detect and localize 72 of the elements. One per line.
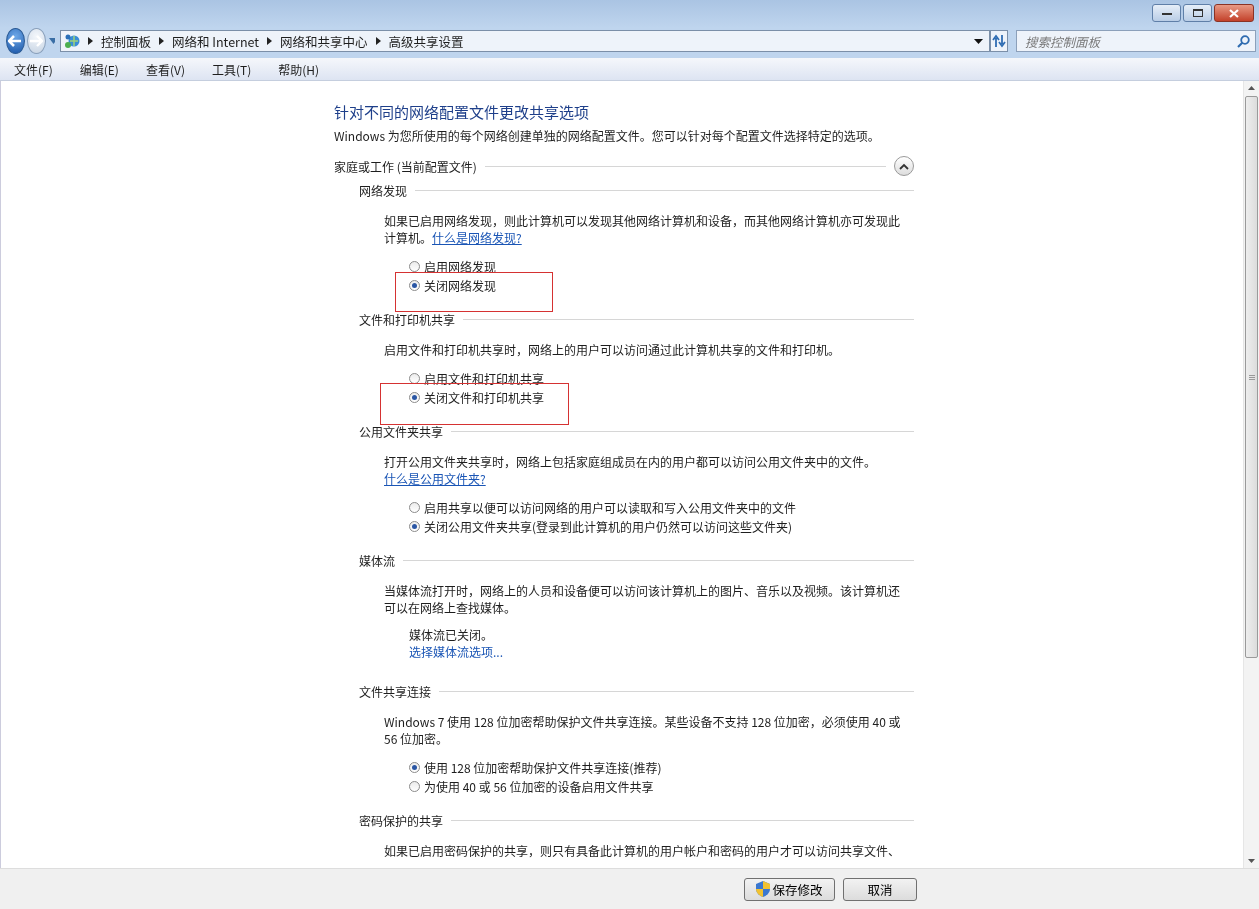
scrollbar[interactable]: [1243, 81, 1259, 868]
minimize-icon: [1161, 10, 1172, 16]
media-options-link[interactable]: 选择媒体流选项...: [409, 643, 503, 660]
breadcrumb-item[interactable]: 高级共享设置: [388, 31, 464, 51]
section-heading: 公用文件夹共享: [359, 422, 443, 440]
page-title: 针对不同的网络配置文件更改共享选项: [334, 101, 590, 123]
save-button[interactable]: 保存修改: [744, 877, 835, 901]
help-link[interactable]: 什么是网络发现?: [432, 229, 522, 246]
status-text: 媒体流已关闭。: [409, 626, 494, 643]
section-heading: 网络发现: [359, 181, 407, 199]
option-label[interactable]: 关闭公用文件夹共享(登录到此计算机的用户仍然可以访问这些文件夹): [424, 518, 793, 535]
radio-button[interactable]: [409, 502, 420, 513]
section-description: 如果已启用密码保护的共享，则只有具备此计算机的用户帐户和密码的用户才可以访问共享文件、: [384, 842, 901, 859]
scroll-up-icon[interactable]: [1248, 86, 1255, 90]
scrollbar-thumb[interactable]: [1245, 96, 1258, 658]
dropdown-caret-icon[interactable]: [974, 38, 983, 44]
search-icon: [1237, 35, 1250, 48]
breadcrumb-item[interactable]: 控制面板: [101, 31, 151, 51]
breadcrumb-item[interactable]: 网络和共享中心: [280, 31, 368, 51]
radio-button[interactable]: [409, 373, 420, 384]
radio-button[interactable]: [409, 521, 420, 532]
section-heading: 文件共享连接: [359, 682, 431, 700]
section-description: 启用文件和打印机共享时，网络上的用户可以访问通过此计算机共享的文件和打印机。: [384, 341, 841, 358]
menu-item[interactable]: 工具(T): [205, 60, 258, 78]
menu-item[interactable]: 编辑(E): [73, 60, 125, 78]
chevron-up-icon: [899, 162, 909, 170]
breadcrumb-arrow-icon: [88, 37, 93, 45]
minimize-button[interactable]: [1152, 4, 1181, 22]
breadcrumb-arrow-icon: [267, 37, 273, 45]
back-arrow-icon: [8, 35, 23, 47]
profile-heading: 家庭或工作 (当前配置文件): [334, 157, 477, 175]
cancel-button[interactable]: 取消: [843, 877, 917, 901]
option-label[interactable]: 使用 128 位加密帮助保护文件共享连接(推荐): [424, 759, 662, 776]
refresh-button[interactable]: [990, 30, 1008, 52]
breadcrumb-item[interactable]: 网络和 Internet: [172, 31, 260, 51]
close-button[interactable]: [1214, 4, 1254, 22]
shield-icon: [756, 881, 771, 897]
menu-item[interactable]: 文件(F): [8, 60, 59, 78]
breadcrumb-arrow-icon: [375, 37, 381, 45]
intro-text: Windows 为您所使用的每个网络创建单独的网络配置文件。您可以针对每个配置文件选择特定的选项。: [334, 127, 881, 144]
help-link[interactable]: 什么是公用文件夹?: [384, 470, 486, 487]
radio-button[interactable]: [409, 781, 420, 792]
search-field[interactable]: 搜索控制面板: [1016, 30, 1256, 52]
breadcrumb-arrow-icon: [159, 37, 164, 45]
menu-item[interactable]: 查看(V): [139, 60, 191, 78]
maximize-icon: [1192, 9, 1203, 17]
collapse-button[interactable]: [894, 156, 914, 176]
section-heading: 媒体流: [359, 551, 395, 569]
history-caret-icon[interactable]: [48, 38, 55, 44]
scroll-down-icon[interactable]: [1248, 859, 1255, 863]
option-label[interactable]: 为使用 40 或 56 位加密的设备启用文件共享: [424, 778, 654, 795]
menu-item[interactable]: 帮助(H): [272, 60, 326, 78]
section-description: 如果已启用网络发现，则此计算机可以发现其他网络计算机和设备，而其他网络计算机亦可发现此计算机。什么是网络发现?: [384, 212, 901, 246]
radio-button[interactable]: [409, 392, 420, 403]
radio-button[interactable]: [409, 261, 420, 272]
refresh-icon: [991, 34, 1007, 48]
section-description: 打开公用文件夹共享时，网络上包括家庭组成员在内的用户都可以访问公用文件夹中的文件。 什么是公用文件夹?: [384, 453, 877, 487]
section-heading: 文件和打印机共享: [359, 310, 455, 328]
section-description: Windows 7 使用 128 位加密帮助保护文件共享连接。某些设备不支持 128 位加密，必须使用 40 或 56 位加密。: [384, 713, 902, 747]
option-label[interactable]: 关闭网络发现: [424, 277, 496, 294]
address-field[interactable]: 控制面板 网络和 Internet 网络和共享中心 高级共享设置: [60, 30, 990, 52]
network-globe-icon: [64, 33, 80, 49]
radio-button[interactable]: [409, 762, 420, 773]
option-label[interactable]: 启用共享以便可以访问网络的用户可以读取和写入公用文件夹中的文件: [424, 499, 796, 516]
forward-arrow-icon: [29, 35, 44, 47]
close-icon: [1229, 8, 1239, 18]
maximize-button[interactable]: [1183, 4, 1212, 22]
radio-button[interactable]: [409, 280, 420, 291]
section-description: 当媒体流打开时，网络上的人员和设备便可以访问该计算机上的图片、音乐以及视频。该计算机还可以在网络上查找媒体。: [384, 582, 901, 616]
section-heading: 密码保护的共享: [359, 811, 443, 829]
option-label[interactable]: 关闭文件和打印机共享: [424, 389, 544, 406]
back-button[interactable]: [6, 28, 25, 54]
